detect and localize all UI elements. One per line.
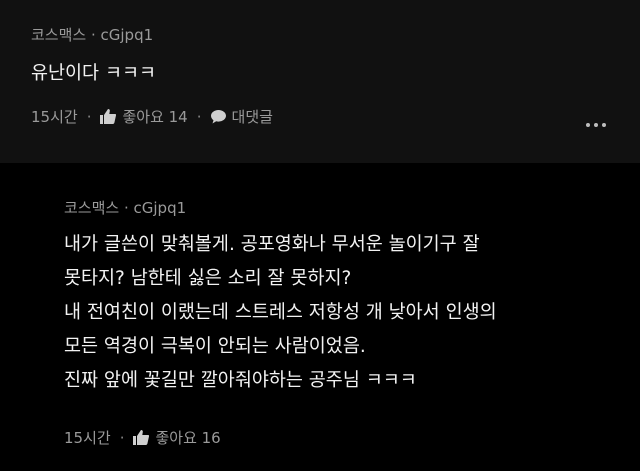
- comment-actions: 15시간 · 좋아요 16: [64, 427, 221, 448]
- reply-button[interactable]: 대댓글: [232, 106, 273, 127]
- comment-author[interactable]: 코스맥스 · cGjpq1: [31, 24, 153, 45]
- thumbs-up-icon[interactable]: [100, 109, 117, 124]
- like-count[interactable]: 좋아요 16: [155, 427, 220, 448]
- more-dot: [586, 123, 590, 127]
- comment-author[interactable]: 코스맥스 · cGjpq1: [64, 197, 186, 218]
- comment-divider: [0, 163, 640, 177]
- comment-line: 유난이다 ㅋㅋㅋ: [31, 63, 157, 84]
- separator: ·: [196, 107, 202, 126]
- comment-line: 모든 역경이 극복이 안되는 사람이었음.: [64, 336, 366, 357]
- comment-time: 15시간: [64, 429, 111, 447]
- thumbs-up-icon[interactable]: [133, 430, 150, 445]
- separator: ·: [86, 107, 92, 126]
- comment-actions: 15시간 · 좋아요 14 · 대댓글: [31, 106, 273, 127]
- comment-body: 내가 글쓴이 맞춰볼게. 공포영화나 무서운 놀이기구 잘 못타지? 남한테 싫…: [64, 228, 497, 398]
- comment-line: 내 전여친이 이랬는데 스트레스 저항성 개 낮아서 인생의: [64, 302, 497, 323]
- more-dot: [594, 123, 598, 127]
- comment-time: 15시간: [31, 108, 78, 126]
- comment-line: 내가 글쓴이 맞춰볼게. 공포영화나 무서운 놀이기구 잘: [64, 234, 480, 255]
- more-dot: [602, 123, 606, 127]
- speech-bubble-icon[interactable]: [210, 109, 226, 124]
- comment-line: 진짜 앞에 꽃길만 깔아줘야하는 공주님 ㅋㅋㅋ: [64, 370, 417, 391]
- separator: ·: [119, 428, 125, 447]
- comment-body: 유난이다 ㅋㅋㅋ: [31, 57, 156, 91]
- like-count[interactable]: 좋아요 14: [122, 106, 187, 127]
- comment-1: 코스맥스 · cGjpq1 유난이다 ㅋㅋㅋ 15시간 · 좋아요 14 · 대…: [0, 0, 640, 163]
- comment-reply: 코스맥스 · cGjpq1 내가 글쓴이 맞춰볼게. 공포영화나 무서운 놀이기…: [0, 177, 640, 471]
- more-icon[interactable]: [586, 123, 606, 127]
- comment-line: 못타지? 남한테 싫은 소리 잘 못하지?: [64, 268, 352, 289]
